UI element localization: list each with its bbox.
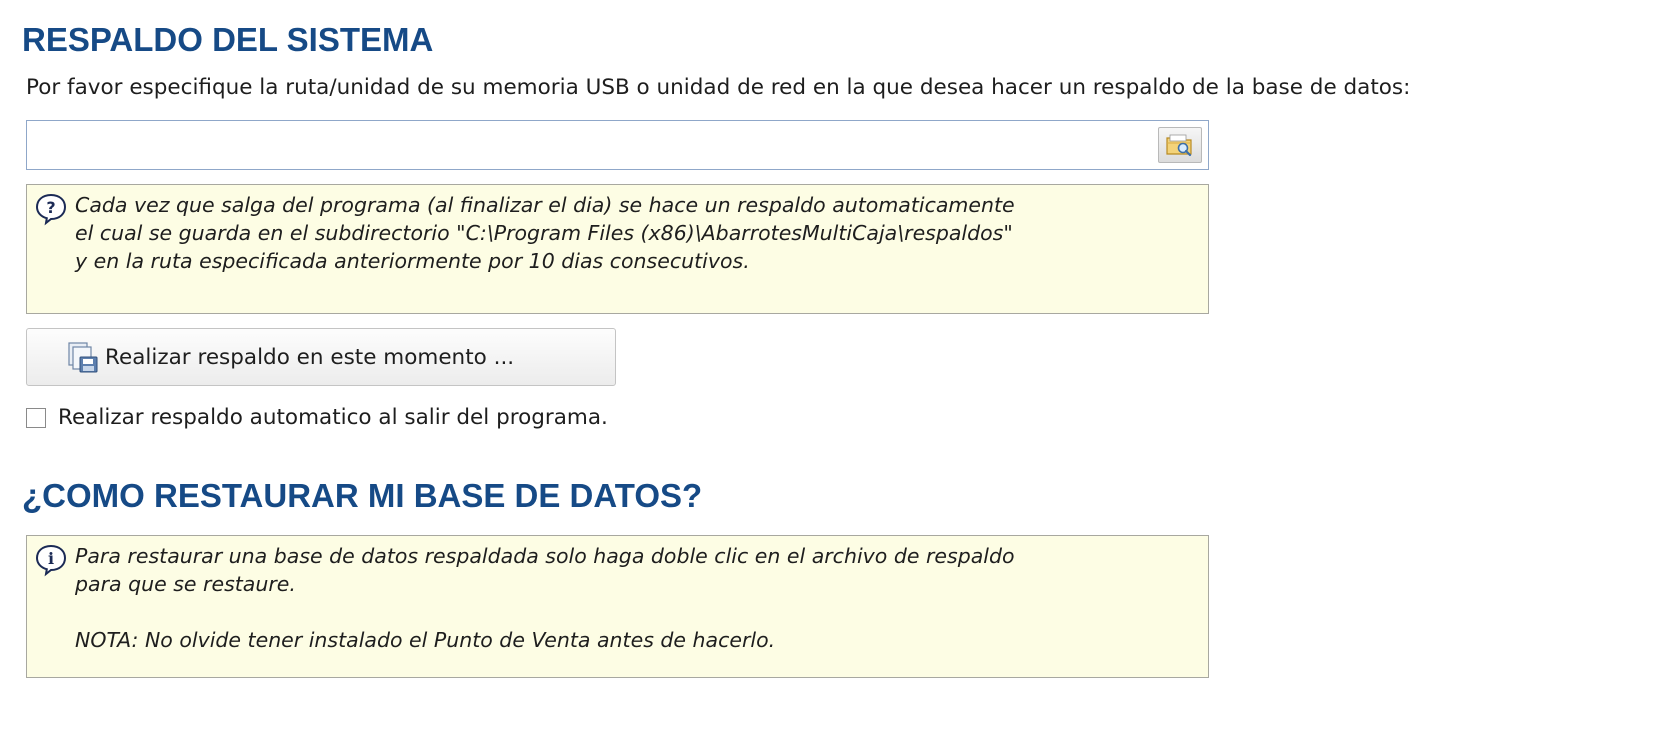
folder-search-icon <box>1166 134 1192 157</box>
svg-text:i: i <box>48 549 54 568</box>
auto-backup-checkbox-label: Realizar respaldo automatico al salir de… <box>58 405 608 430</box>
info-icon: i <box>35 544 67 577</box>
restore-note-line: Para restaurar una base de datos respald… <box>75 544 1015 568</box>
backup-now-label: Realizar respaldo en este momento ... <box>105 344 515 370</box>
backup-now-button[interactable]: Realizar respaldo en este momento ... <box>26 328 616 386</box>
backup-section-title: RESPALDO DEL SISTEMA <box>22 21 434 58</box>
restore-note-footer: NOTA: No olvide tener instalado el Punto… <box>75 628 776 652</box>
help-question-icon: ? <box>35 193 67 226</box>
restore-note-line: para que se restaure. <box>75 572 296 596</box>
svg-text:?: ? <box>46 198 55 217</box>
browse-folder-button[interactable] <box>1158 127 1202 163</box>
auto-backup-note: ? Cada vez que salga del programa (al fi… <box>26 184 1209 314</box>
backup-instruction-text: Por favor especifique la ruta/unidad de … <box>26 75 1411 100</box>
restore-section-title: ¿COMO RESTAURAR MI BASE DE DATOS? <box>22 477 703 514</box>
auto-backup-note-line: el cual se guarda en el subdirectorio "C… <box>75 221 1013 245</box>
auto-backup-checkbox[interactable] <box>26 407 46 428</box>
backup-disk-icon <box>65 339 101 375</box>
auto-backup-option[interactable]: Realizar respaldo automatico al salir de… <box>26 405 608 430</box>
auto-backup-note-line: Cada vez que salga del programa (al fina… <box>75 193 1015 217</box>
auto-backup-note-line: y en la ruta especificada anteriormente … <box>75 249 750 273</box>
restore-note: i Para restaurar una base de datos respa… <box>26 535 1209 678</box>
backup-settings-page: RESPALDO DEL SISTEMA Por favor especifiq… <box>0 0 1667 742</box>
backup-path-input[interactable] <box>33 129 1137 163</box>
backup-path-field[interactable] <box>26 120 1209 170</box>
